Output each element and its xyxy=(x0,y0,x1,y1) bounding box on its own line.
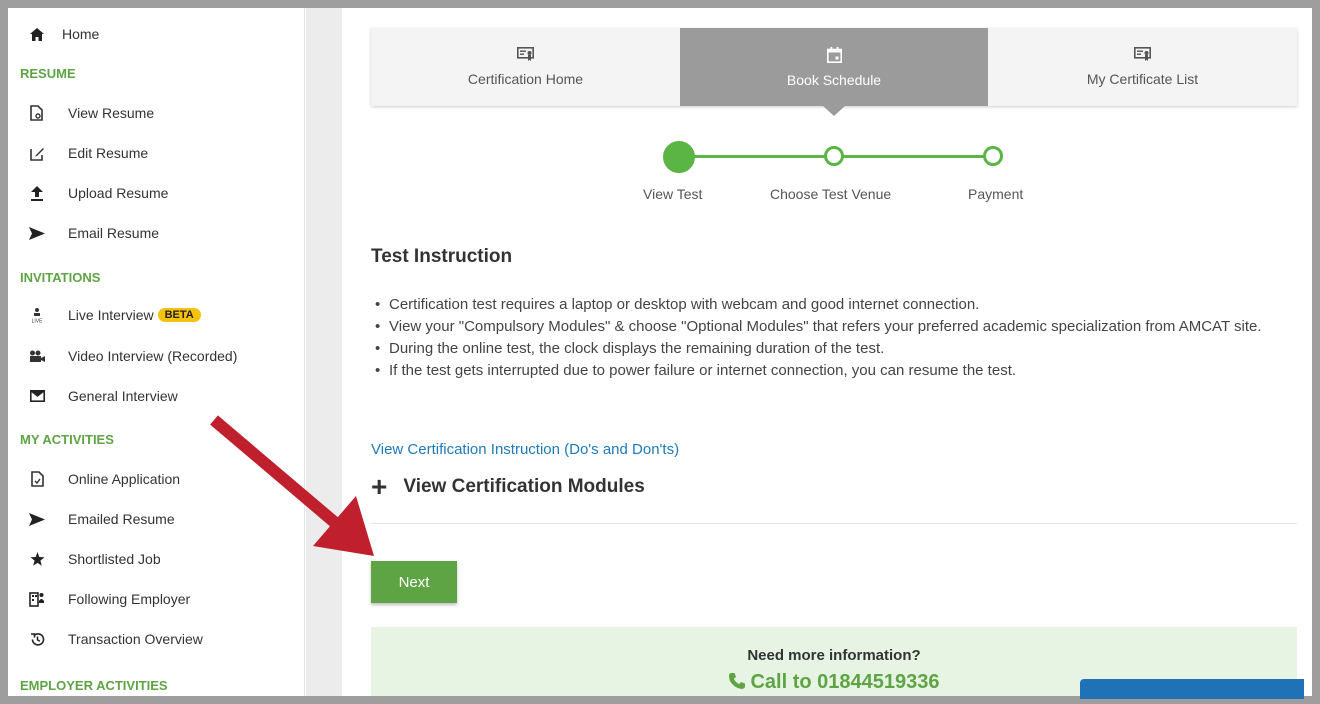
sidebar-item-online-application[interactable]: Online Application xyxy=(26,467,180,491)
step-dot-payment xyxy=(983,146,1003,166)
certificate-icon xyxy=(1134,47,1151,67)
sidebar-item-label: Online Application xyxy=(68,471,181,487)
sidebar-item-shortlisted-job[interactable]: Shortlisted Job xyxy=(26,547,161,571)
section-header-invitations: INVITATIONS xyxy=(20,270,101,285)
instruction-item: Certification test requires a laptop or … xyxy=(371,294,1271,316)
sidebar-scroll-gutter xyxy=(306,8,342,696)
sidebar-item-general-interview[interactable]: General Interview xyxy=(26,384,178,408)
sidebar-item-view-resume[interactable]: View Resume xyxy=(26,101,154,125)
sidebar-item-label: Live Interview xyxy=(68,307,154,323)
building-user-icon xyxy=(26,589,48,609)
sidebar-item-label: Transaction Overview xyxy=(68,631,203,647)
chat-widget-tab[interactable] xyxy=(1080,679,1304,699)
section-header-my-activities: MY ACTIVITIES xyxy=(20,432,114,447)
calendar-icon xyxy=(826,46,842,68)
sidebar-item-label: Home xyxy=(62,26,100,42)
tab-label: My Certificate List xyxy=(1086,71,1199,87)
phone-icon xyxy=(728,672,746,696)
section-header-resume: RESUME xyxy=(20,66,76,81)
upload-icon xyxy=(26,183,48,203)
tab-my-certificate-list[interactable]: My Certificate List xyxy=(988,28,1297,106)
tab-label: Certification Home xyxy=(467,71,584,87)
sidebar-item-label: General Interview xyxy=(68,388,178,404)
sidebar-item-label: Following Employer xyxy=(68,591,191,607)
sidebar-item-label: Video Interview (Recorded) xyxy=(68,348,238,364)
sidebar-item-label: Email Resume xyxy=(68,225,160,241)
view-instruction-link[interactable]: View Certification Instruction (Do's and… xyxy=(371,441,679,458)
sidebar-item-following-employer[interactable]: Following Employer xyxy=(26,587,190,611)
view-modules-toggle[interactable]: + View Certification Modules xyxy=(371,471,645,502)
sidebar-item-email-resume[interactable]: Email Resume xyxy=(26,221,159,245)
next-button[interactable]: Next xyxy=(371,561,457,603)
sidebar-item-label: Edit Resume xyxy=(68,145,149,161)
main-content: Certification Home Book Schedule My Cert… xyxy=(342,8,1312,696)
progress-stepper: View Test Choose Test Venue Payment xyxy=(342,138,1312,218)
sidebar-item-home[interactable]: Home xyxy=(26,22,99,46)
instruction-item: During the online test, the clock displa… xyxy=(371,338,1271,360)
edit-icon xyxy=(26,143,48,163)
sidebar-item-upload-resume[interactable]: Upload Resume xyxy=(26,181,168,205)
section-header-employer-activities: EMPLOYER ACTIVITIES xyxy=(20,678,168,693)
home-icon xyxy=(26,24,48,44)
certificate-icon xyxy=(517,47,534,67)
step-label-payment: Payment xyxy=(968,186,1024,202)
sidebar-item-label: View Resume xyxy=(68,105,155,121)
beta-badge: BETA xyxy=(157,308,201,322)
plus-icon: + xyxy=(371,471,388,502)
help-question: Need more information? xyxy=(747,647,921,664)
test-instruction-heading: Test Instruction xyxy=(371,246,513,267)
instruction-item: View your "Compulsory Modules" & choose … xyxy=(371,316,1271,338)
sidebar-item-label: Emailed Resume xyxy=(68,511,175,527)
svg-text:LIVE: LIVE xyxy=(32,319,44,324)
sidebar-item-video-interview[interactable]: Video Interview (Recorded) xyxy=(26,344,237,368)
sidebar-item-edit-resume[interactable]: Edit Resume xyxy=(26,141,148,165)
step-dot-choose-test-venue xyxy=(824,146,844,166)
step-label-choose-test-venue: Choose Test Venue xyxy=(770,186,892,202)
sidebar-item-label: Upload Resume xyxy=(68,185,169,201)
step-label-view-test: View Test xyxy=(643,186,703,202)
sidebar-item-live-interview[interactable]: LIVE Live Interview BETA xyxy=(26,303,201,327)
sidebar-item-transaction-overview[interactable]: Transaction Overview xyxy=(26,627,203,651)
call-label: Call to 01844519336 xyxy=(750,671,940,693)
envelope-icon xyxy=(26,386,48,406)
history-icon xyxy=(26,629,48,649)
instruction-list: Certification test requires a laptop or … xyxy=(371,294,1271,382)
tab-label: Book Schedule xyxy=(786,71,882,88)
view-modules-label: View Certification Modules xyxy=(403,476,645,497)
instruction-item: If the test gets interrupted due to powe… xyxy=(371,360,1271,382)
send-icon xyxy=(26,509,48,529)
send-icon xyxy=(26,223,48,243)
live-icon: LIVE xyxy=(26,305,48,325)
sidebar-item-label: Shortlisted Job xyxy=(68,551,161,567)
step-dot-view-test xyxy=(663,141,695,173)
section-divider xyxy=(371,523,1297,524)
sidebar: Home RESUME View Resume Edit Resume Uplo… xyxy=(8,8,305,696)
app-frame: Home RESUME View Resume Edit Resume Uplo… xyxy=(8,8,1312,696)
tab-certification-home[interactable]: Certification Home xyxy=(371,28,680,106)
document-search-icon xyxy=(26,103,48,123)
sidebar-item-emailed-resume[interactable]: Emailed Resume xyxy=(26,507,175,531)
star-icon xyxy=(26,549,48,569)
tab-bar: Certification Home Book Schedule My Cert… xyxy=(371,28,1297,116)
document-check-icon xyxy=(26,469,48,489)
tab-book-schedule[interactable]: Book Schedule xyxy=(680,28,988,116)
video-camera-icon xyxy=(26,346,48,366)
